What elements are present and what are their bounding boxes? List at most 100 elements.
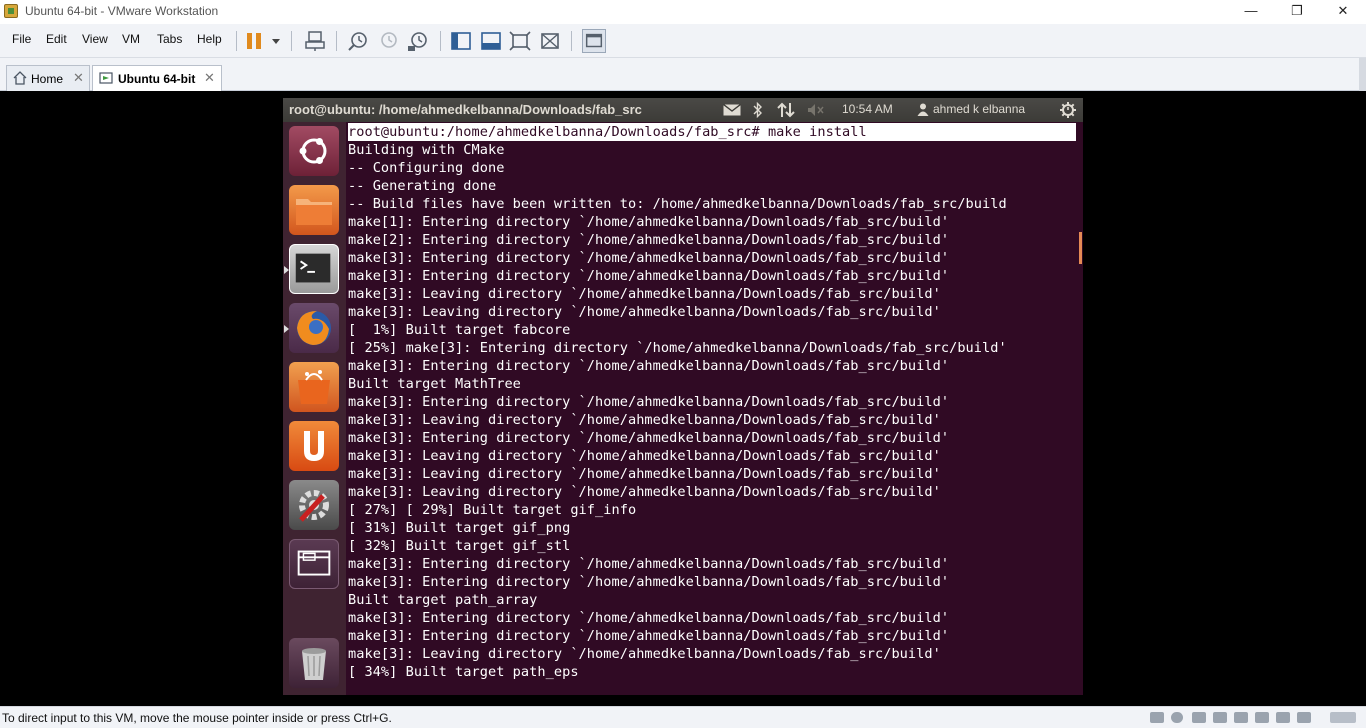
terminal-line: make[3]: Leaving directory `/home/ahmedk… [348, 448, 941, 464]
terminal-line: make[3]: Leaving directory `/home/ahmedk… [348, 304, 941, 320]
unity-mode-icon[interactable] [538, 29, 562, 53]
menu-vm[interactable]: VM [122, 32, 140, 46]
toolbar-separator [571, 31, 572, 51]
vm-display[interactable]: root@ubuntu: /home/ahmedkelbanna/Downloa… [0, 91, 1366, 706]
menu-tabs[interactable]: Tabs [157, 32, 182, 46]
clock[interactable]: 10:54 AM [842, 102, 893, 116]
window-title-bar: Ubuntu 64-bit - VMware Workstation — ❐ ✕ [0, 0, 1366, 24]
terminal-line: make[3]: Leaving directory `/home/ahmedk… [348, 646, 941, 662]
dash-home-icon[interactable] [289, 126, 339, 176]
toolbar-separator [291, 31, 292, 51]
terminal-line: [ 34%] Built target path_eps [348, 664, 579, 680]
terminal-line: make[3]: Leaving directory `/home/ahmedk… [348, 412, 941, 428]
power-gear-icon[interactable] [1059, 101, 1077, 119]
terminal-app-icon[interactable] [289, 244, 339, 294]
network-adapter-icon[interactable] [1192, 712, 1206, 723]
terminal-line: make[3]: Entering directory `/home/ahmed… [348, 394, 950, 410]
terminal-line: [ 27%] [ 29%] Built target gif_info [348, 502, 637, 518]
terminal-line: make[3]: Entering directory `/home/ahmed… [348, 250, 950, 266]
chevron-down-icon[interactable] [272, 39, 280, 44]
terminal-line: make[3]: Entering directory `/home/ahmed… [348, 430, 950, 446]
terminal-line: make[3]: Entering directory `/home/ahmed… [348, 574, 950, 590]
ubuntu-desktop[interactable]: root@ubuntu: /home/ahmedkelbanna/Downloa… [283, 98, 1083, 695]
minimize-button[interactable]: — [1228, 0, 1274, 24]
status-message: To direct input to this VM, move the mou… [2, 711, 392, 725]
ubuntu-one-icon[interactable] [289, 421, 339, 471]
hard-disk-icon[interactable] [1150, 712, 1164, 723]
terminal-line: [ 25%] make[3]: Entering directory `/hom… [348, 340, 1007, 356]
terminal-line: make[2]: Entering directory `/home/ahmed… [348, 232, 950, 248]
terminal-line: make[3]: Entering directory `/home/ahmed… [348, 628, 950, 644]
terminal-window-title: root@ubuntu: /home/ahmedkelbanna/Downloa… [289, 102, 642, 117]
thumbnail-bar-icon[interactable] [479, 29, 503, 53]
terminal-line: make[3]: Leaving directory `/home/ahmedk… [348, 466, 941, 482]
workspace-switcher-icon[interactable] [289, 539, 339, 589]
unity-launcher [283, 122, 346, 695]
terminal-line: make[3]: Entering directory `/home/ahmed… [348, 358, 950, 374]
snapshot-manager-icon[interactable] [406, 29, 430, 53]
usb-icon[interactable] [1234, 712, 1248, 723]
user-name[interactable]: ahmed k elbanna [933, 102, 1025, 116]
status-bar: To direct input to this VM, move the mou… [0, 706, 1366, 728]
bluetooth-icon[interactable] [753, 102, 763, 118]
show-library-icon[interactable] [449, 29, 473, 53]
tab-home[interactable]: Home ✕ [6, 65, 90, 91]
tab-home-label: Home [31, 72, 64, 86]
toolbar-separator [336, 31, 337, 51]
terminal-line: [ 1%] Built target fabcore [348, 322, 571, 338]
printer-icon[interactable] [1213, 712, 1227, 723]
terminal-line: -- Generating done [348, 178, 497, 194]
home-icon [13, 71, 27, 85]
tab-ubuntu-label: Ubuntu 64-bit [118, 72, 196, 86]
terminal-line: Building with CMake [348, 142, 505, 158]
close-tab-icon[interactable]: ✕ [73, 70, 84, 86]
restore-button[interactable]: ❐ [1274, 0, 1320, 24]
sound-card-icon[interactable] [1255, 712, 1269, 723]
vm-icon [99, 72, 113, 84]
revert-snapshot-icon[interactable] [376, 29, 400, 53]
software-center-icon[interactable] [289, 362, 339, 412]
menu-edit[interactable]: Edit [46, 32, 67, 46]
volume-muted-icon[interactable] [807, 103, 825, 117]
snapshot-icon[interactable] [346, 29, 370, 53]
scrollbar[interactable] [1079, 232, 1082, 264]
terminal-line: make[1]: Entering directory `/home/ahmed… [348, 214, 950, 230]
terminal-line: [ 32%] Built target gif_stl [348, 538, 571, 554]
terminal-line: Built target MathTree [348, 376, 521, 392]
user-icon [917, 103, 929, 116]
terminal-line: -- Configuring done [348, 160, 505, 176]
message-log-icon[interactable] [1297, 712, 1311, 723]
files-folder-icon[interactable] [289, 185, 339, 235]
display-icon[interactable] [1276, 712, 1290, 723]
close-button[interactable]: ✕ [1320, 0, 1366, 24]
system-settings-icon[interactable] [289, 480, 339, 530]
trash-icon[interactable] [289, 638, 339, 688]
tab-ubuntu[interactable]: Ubuntu 64-bit ✕ [92, 65, 222, 91]
menu-bar: File Edit View VM Tabs Help [0, 24, 1366, 58]
console-view-icon[interactable] [582, 29, 606, 53]
resize-grip-icon [1330, 712, 1356, 723]
full-screen-icon[interactable] [508, 29, 532, 53]
close-tab-icon[interactable]: ✕ [204, 70, 215, 86]
network-icon[interactable] [777, 102, 795, 118]
terminal-line: make[3]: Entering directory `/home/ahmed… [348, 556, 950, 572]
terminal-line: -- Build files have been written to: /ho… [348, 196, 1007, 212]
cd-dvd-icon[interactable] [1171, 712, 1183, 723]
menu-file[interactable]: File [12, 32, 31, 46]
toolbar-separator [236, 31, 237, 51]
send-ctrl-alt-del-icon[interactable] [303, 29, 327, 53]
window-title: Ubuntu 64-bit - VMware Workstation [25, 4, 219, 18]
menu-help[interactable]: Help [197, 32, 222, 46]
terminal-line: make[3]: Leaving directory `/home/ahmedk… [348, 286, 941, 302]
mail-icon[interactable] [723, 104, 741, 116]
scrollbar[interactable] [1359, 58, 1366, 91]
vmware-app-icon [4, 4, 18, 18]
terminal-output[interactable]: root@ubuntu:/home/ahmedkelbanna/Download… [346, 122, 1083, 695]
menu-view[interactable]: View [82, 32, 108, 46]
terminal-line: [ 31%] Built target gif_png [348, 520, 571, 536]
ubuntu-top-panel: root@ubuntu: /home/ahmedkelbanna/Downloa… [283, 98, 1083, 122]
terminal-line: make[3]: Entering directory `/home/ahmed… [348, 268, 950, 284]
terminal-line: make[3]: Entering directory `/home/ahmed… [348, 610, 950, 626]
pause-icon[interactable] [247, 33, 261, 49]
firefox-icon[interactable] [289, 303, 339, 353]
